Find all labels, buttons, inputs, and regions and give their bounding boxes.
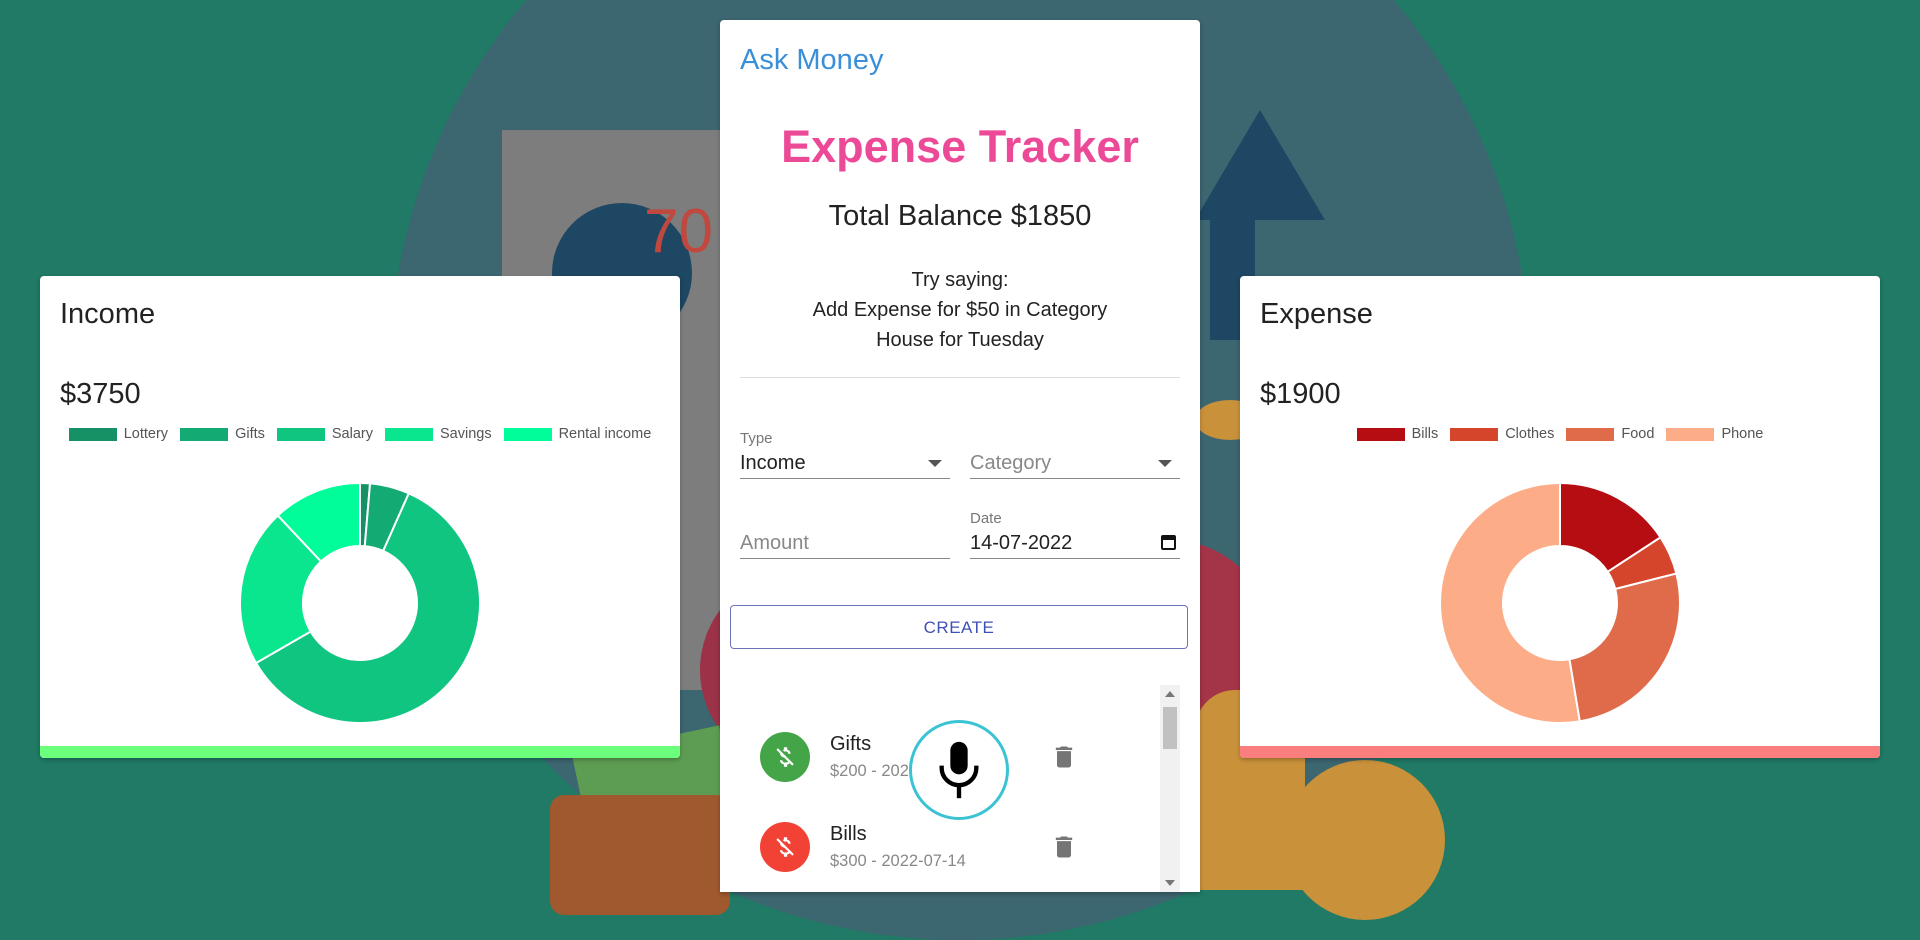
legend-label: Food [1621,426,1655,442]
legend-item[interactable]: Gifts [180,426,265,442]
donut-slice-food[interactable] [1568,572,1680,723]
expense-donut-chart [1440,483,1680,723]
income-donut-chart [240,483,480,723]
category-value[interactable]: Category [970,448,1180,479]
divider [740,377,1180,378]
caret-down-icon [928,460,942,467]
legend-swatch [1566,427,1615,441]
scroll-down-icon[interactable] [1165,880,1175,886]
donut-slice-phone[interactable] [1440,483,1581,723]
income-title: Income [60,298,156,330]
legend-label: Savings [439,426,492,442]
calendar-icon[interactable] [1161,535,1176,550]
transaction-name: Gifts [830,733,872,755]
income-card: Income $3750 Lottery Gifts Salary Savings Re… [40,276,680,758]
legend-label: Clothes [1505,426,1555,442]
background-illustration-arrow [1195,110,1325,220]
background-illustration-number: 70 [644,197,713,266]
amount-field[interactable]: Amount [740,510,950,559]
legend-item[interactable]: Rental income [503,426,652,442]
total-balance: Total Balance $1850 [828,200,1092,232]
legend-swatch [1450,427,1499,441]
background-illustration-coin [1285,760,1445,920]
type-value[interactable]: Income [740,448,950,479]
type-selected-value: Income [740,452,806,474]
microphone-button[interactable] [909,720,1009,820]
expense-legend: Bills Clothes Food Phone [1240,426,1880,442]
income-legend: Lottery Gifts Salary Savings Rental income [40,426,680,442]
voice-hint-line: Add Expense for $50 in Category [812,299,1108,321]
legend-swatch [384,427,433,441]
category-placeholder: Category [970,452,1052,474]
caret-down-icon [1158,460,1172,467]
microphone-icon [939,741,979,799]
scroll-up-icon[interactable] [1165,691,1175,697]
legend-swatch [1356,427,1405,441]
legend-swatch [180,427,229,441]
voice-hint: Try saying: Add Expense for $50 in Categ… [720,265,1200,355]
expense-color-bar [1240,746,1880,758]
transaction-name: Bills [830,823,867,845]
brand-title: Ask Money [740,44,884,76]
legend-item[interactable]: Phone [1666,426,1763,442]
voice-hint-line: Try saying: [911,269,1009,291]
legend-label: Lottery [123,426,169,442]
expense-title: Expense [1260,298,1373,330]
create-button[interactable]: CREATE [730,605,1188,649]
dollar-off-icon [760,822,810,872]
date-label: Date [970,510,1002,527]
list-scrollbar[interactable] [1160,685,1180,892]
legend-swatch [68,427,117,441]
transaction-detail: $300 - 2022-07-14 [830,852,966,870]
legend-label: Salary [331,426,373,442]
legend-item[interactable]: Savings [384,426,492,442]
legend-item[interactable]: Food [1566,426,1654,442]
amount-input[interactable]: Amount [740,528,950,559]
expense-amount: $1900 [1260,378,1341,410]
page-heading: Expense Tracker [781,121,1139,172]
dollar-off-icon [760,732,810,782]
income-amount: $3750 [60,378,141,410]
legend-label: Phone [1721,426,1764,442]
legend-swatch [276,427,325,441]
legend-label: Gifts [235,426,265,442]
legend-item[interactable]: Bills [1356,426,1439,442]
scrollbar-thumb[interactable] [1163,707,1177,749]
expense-card: Expense $1900 Bills Clothes Food Phone [1240,276,1880,758]
background-illustration-wallet [550,795,730,915]
legend-swatch [503,427,552,441]
legend-label: Bills [1411,426,1439,442]
date-field[interactable]: Date 14-07-2022 [970,510,1180,559]
type-label: Type [740,430,773,447]
income-color-bar [40,746,680,758]
legend-swatch [1666,427,1715,441]
legend-label: Rental income [558,426,652,442]
date-input[interactable]: 14-07-2022 [970,528,1180,559]
trash-icon[interactable] [1050,743,1078,776]
category-select[interactable]: Category [970,430,1180,479]
date-value: 14-07-2022 [970,532,1073,554]
voice-hint-line: House for Tuesday [876,329,1044,351]
legend-item[interactable]: Salary [276,426,373,442]
legend-item[interactable]: Clothes [1450,426,1554,442]
legend-item[interactable]: Lottery [68,426,169,442]
type-select[interactable]: Type Income [740,430,950,479]
list-item: Bills $300 - 2022-07-14 [760,817,1140,877]
trash-icon[interactable] [1050,833,1078,866]
